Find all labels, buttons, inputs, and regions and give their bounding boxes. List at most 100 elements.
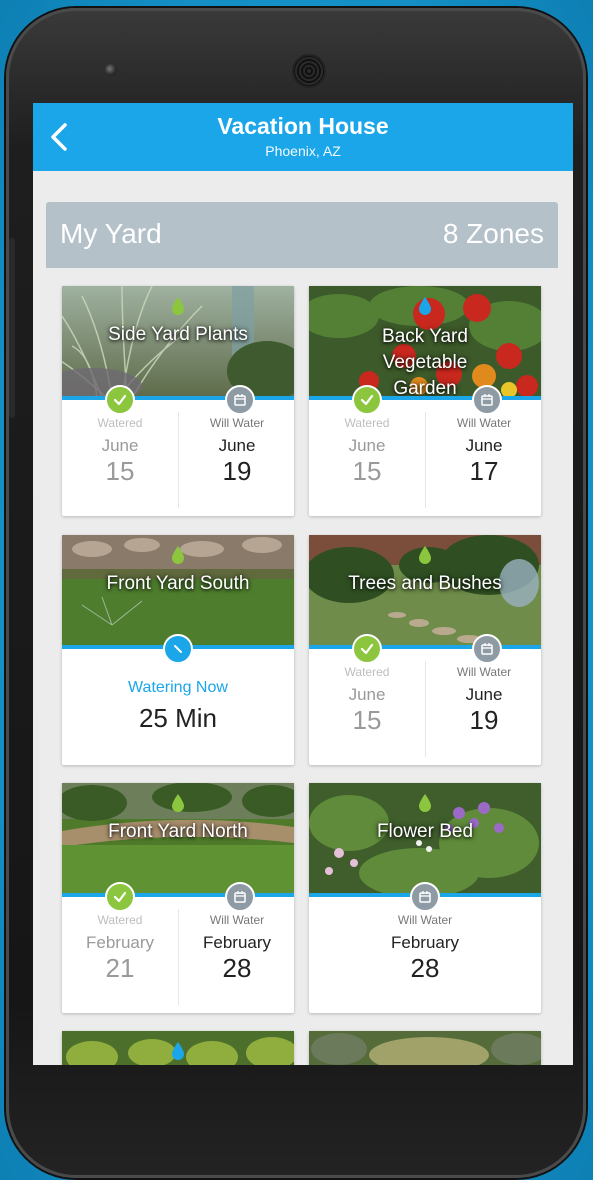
phone-bottom-bezel	[6, 1065, 586, 1175]
zone-schedule: Will Water February 28	[309, 909, 541, 1013]
zone-schedule: Watered February 21 Will Water February …	[62, 909, 294, 1013]
zone-name: Back Yard Vegetable Garden	[382, 326, 468, 399]
watered-badge	[105, 882, 135, 912]
zone-card-side-yard-plants[interactable]: Side Yard Plants Watered June 15 Will Wa…	[62, 286, 294, 516]
zone-card-partial-left[interactable]	[62, 1031, 294, 1065]
check-icon	[360, 643, 374, 655]
water-drop-icon	[172, 794, 184, 812]
will-water-column: Will Water February 28	[309, 909, 541, 1005]
watered-month: February	[85, 933, 155, 952]
watered-month: June	[348, 685, 386, 704]
front-camera	[105, 64, 117, 76]
will-water-column: Will Water June 19	[425, 661, 542, 757]
check-icon	[113, 394, 127, 406]
zone-divider	[62, 396, 294, 400]
will-water-day: 28	[410, 953, 440, 983]
zone-photo	[309, 1031, 541, 1065]
watered-day: 15	[352, 456, 382, 486]
will-water-column: Will Water June 19	[178, 412, 295, 508]
page-subtitle: Phoenix, AZ	[265, 143, 341, 159]
zone-name: Trees and Bushes	[348, 573, 502, 594]
watered-month: June	[348, 436, 386, 455]
water-drop-icon	[172, 1042, 184, 1060]
timer-icon	[174, 645, 182, 653]
watered-label: Watered	[344, 416, 390, 430]
watering-now-column: Watering Now 25 Min	[62, 661, 294, 757]
watered-day: 21	[105, 953, 135, 983]
check-icon	[113, 891, 127, 903]
calendar-icon	[481, 643, 493, 655]
zone-card-partial-right[interactable]	[309, 1031, 541, 1065]
will-water-month: February	[390, 933, 460, 952]
zone-schedule: Watered June 15 Will Water June 17	[309, 412, 541, 516]
watered-day: 15	[105, 456, 135, 486]
will-water-month: June	[465, 685, 503, 704]
zone-schedule: Watered June 15 Will Water June 19	[62, 412, 294, 516]
will-water-label: Will Water	[456, 416, 512, 430]
watered-label: Watered	[97, 913, 143, 927]
zone-divider	[309, 396, 541, 400]
calendar-icon	[234, 891, 246, 903]
water-drop-icon	[172, 546, 184, 564]
watered-badge	[105, 385, 135, 415]
zone-card-front-yard-north[interactable]: Front Yard North Watered February 21 Wil…	[62, 783, 294, 1013]
watered-label: Watered	[344, 665, 390, 679]
zone-name: Side Yard Plants	[108, 324, 248, 345]
zone-name: Front Yard North	[108, 821, 248, 842]
watered-column: Watered June 15	[62, 412, 178, 508]
water-drop-icon	[419, 297, 431, 315]
will-water-label: Will Water	[209, 913, 265, 927]
will-water-column: Will Water February 28	[178, 909, 295, 1005]
watered-day: 15	[352, 705, 382, 735]
scheduled-badge	[225, 882, 255, 912]
watering-badge	[163, 634, 193, 664]
water-drop-icon	[419, 794, 431, 812]
calendar-icon	[419, 891, 431, 903]
app-bar: Vacation House Phoenix, AZ	[33, 103, 573, 171]
watered-column: Watered June 15	[309, 412, 425, 508]
watered-badge	[352, 634, 382, 664]
zone-name: Front Yard South	[106, 573, 250, 594]
calendar-icon	[481, 394, 493, 406]
watered-column: Watered June 15	[309, 661, 425, 757]
watered-badge	[352, 385, 382, 415]
watered-month: June	[101, 436, 139, 455]
will-water-month: June	[218, 436, 256, 455]
watered-column: Watered February 21	[62, 909, 178, 1005]
zone-divider	[309, 645, 541, 649]
watering-duration: 25 Min	[138, 703, 218, 733]
scheduled-badge	[225, 385, 255, 415]
zone-schedule: Watered June 15 Will Water June 19	[309, 661, 541, 765]
will-water-label: Will Water	[397, 913, 453, 927]
yard-title: My Yard	[60, 218, 162, 249]
zone-card-flower-bed[interactable]: Flower Bed Will Water February 28	[309, 783, 541, 1013]
will-water-day: 28	[222, 953, 252, 983]
zone-name: Flower Bed	[376, 821, 474, 842]
scheduled-badge	[472, 634, 502, 664]
zone-divider	[62, 893, 294, 897]
watering-now-label: Watering Now	[128, 679, 228, 696]
will-water-day: 17	[469, 456, 499, 486]
water-drop-icon	[419, 546, 431, 564]
zone-card-front-yard-south[interactable]: Front Yard South Watering Now 25 Min	[62, 535, 294, 765]
check-icon	[360, 394, 374, 406]
will-water-label: Will Water	[456, 665, 512, 679]
zone-schedule: Watering Now 25 Min	[62, 661, 294, 765]
page-title: Vacation House	[217, 113, 389, 139]
will-water-column: Will Water June 17	[425, 412, 542, 508]
will-water-day: 19	[222, 456, 252, 486]
side-button	[9, 238, 15, 418]
zone-card-back-yard-vegetable-garden[interactable]: Back Yard Vegetable Garden Watered June …	[309, 286, 541, 516]
yard-header: My Yard 8 Zones	[46, 202, 558, 268]
earpiece-speaker	[294, 56, 324, 86]
scheduled-badge	[472, 385, 502, 415]
water-drop-icon	[172, 297, 184, 315]
will-water-label: Will Water	[209, 416, 265, 430]
scheduled-badge	[410, 882, 440, 912]
will-water-day: 19	[469, 705, 499, 735]
will-water-month: February	[202, 933, 272, 952]
zone-card-trees-and-bushes[interactable]: Trees and Bushes Watered June 15 Will Wa…	[309, 535, 541, 765]
zone-count: 8 Zones	[442, 218, 544, 249]
watered-label: Watered	[97, 416, 143, 430]
app-screen: Vacation House Phoenix, AZ My Yard 8 Zon…	[33, 103, 573, 1065]
